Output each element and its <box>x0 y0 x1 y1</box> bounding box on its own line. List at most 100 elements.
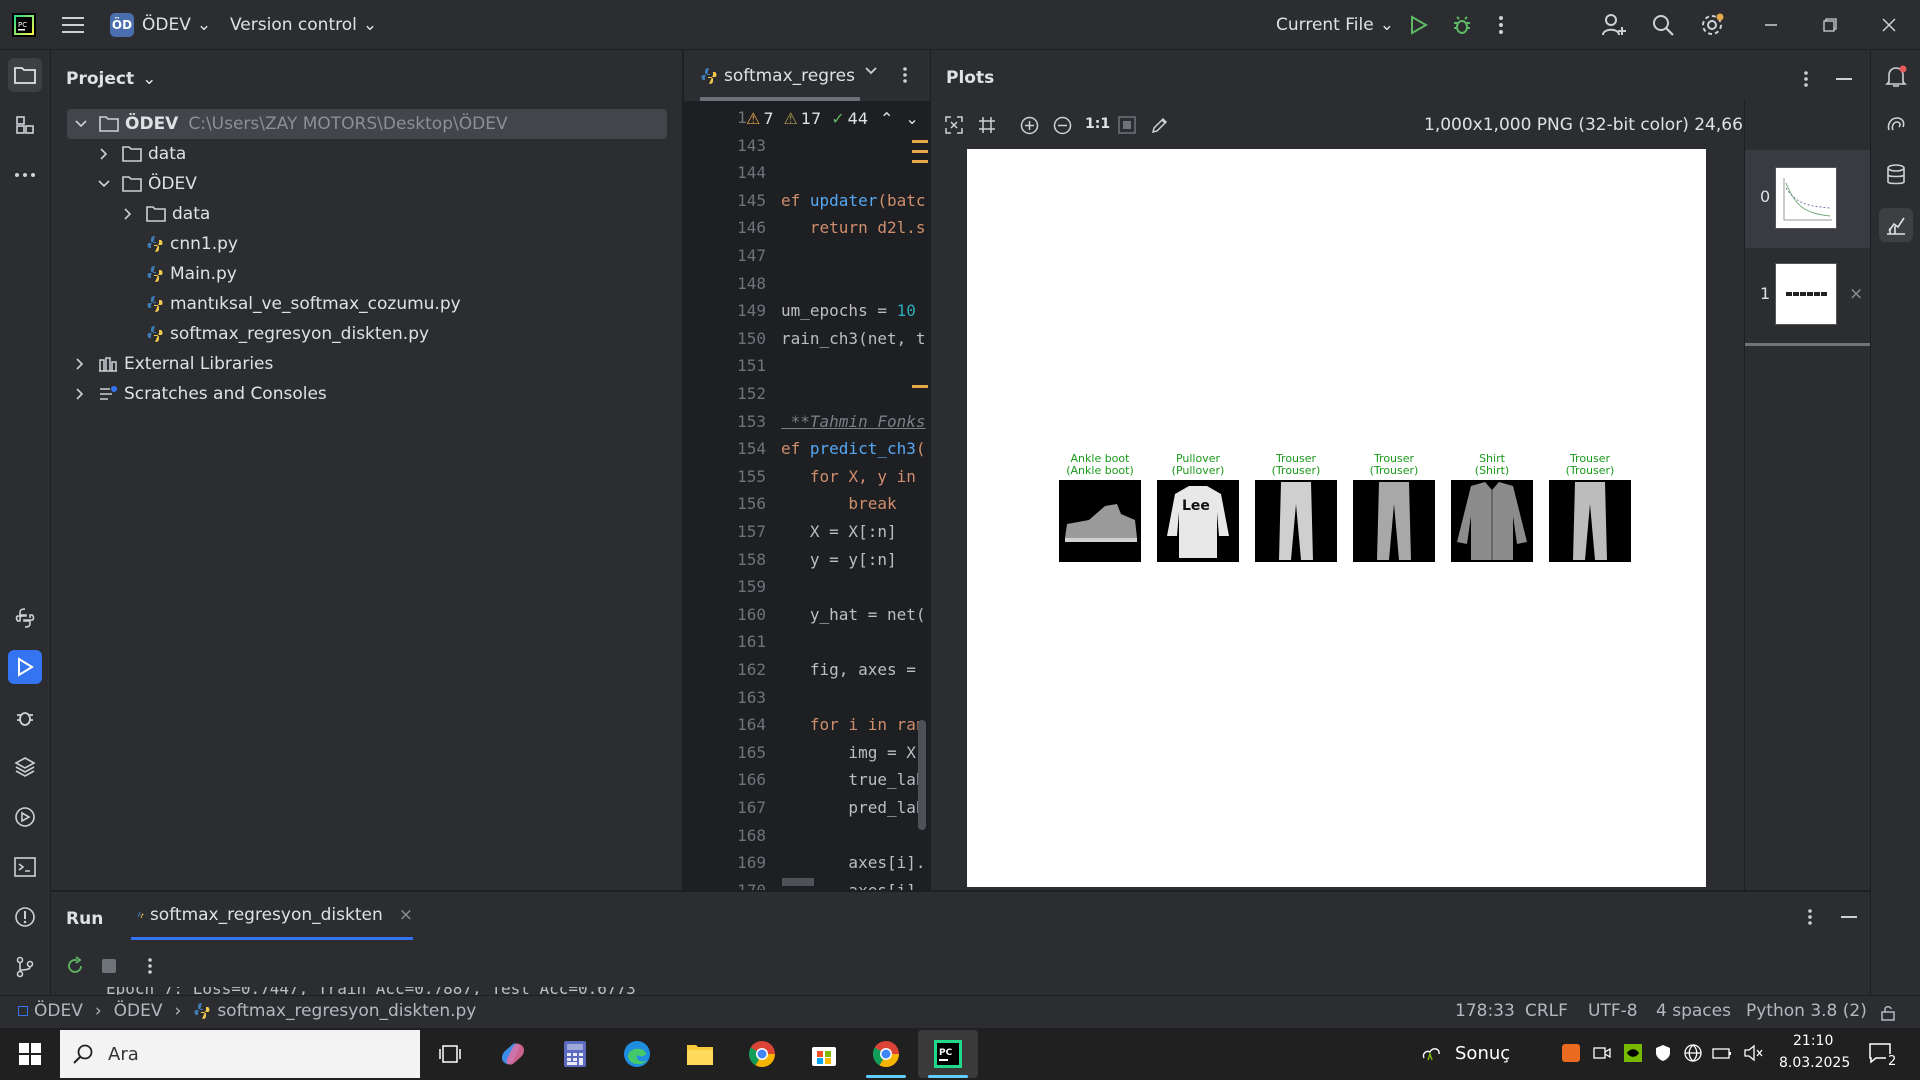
editor-scrollbar[interactable] <box>918 720 926 830</box>
close-tab-icon[interactable]: × <box>399 905 413 925</box>
code-line[interactable]: return d2l.s <box>781 218 926 237</box>
network-globe-icon[interactable] <box>1684 1044 1702 1062</box>
microsoft-store-icon[interactable] <box>794 1030 854 1078</box>
code-line[interactable]: um_epochs = 10 <box>781 301 916 320</box>
task-view-icon[interactable] <box>420 1030 480 1078</box>
plots-more-icon[interactable] <box>1803 70 1809 88</box>
tree-item-cnn1[interactable]: cnn1.py <box>146 229 238 259</box>
restore-button[interactable] <box>1823 0 1837 50</box>
close-thumbnail-icon[interactable]: × <box>1849 284 1863 304</box>
file-explorer-icon[interactable] <box>670 1030 730 1078</box>
debug-button[interactable] <box>1451 0 1473 50</box>
edge-browser-icon[interactable] <box>607 1030 667 1078</box>
hide-panel-icon[interactable] <box>1836 78 1852 82</box>
windows-start-icon[interactable] <box>0 1030 60 1078</box>
caret-position[interactable]: 178:33 <box>1455 1001 1515 1021</box>
project-tool-folder-icon[interactable] <box>8 58 42 92</box>
structure-icon[interactable] <box>8 108 42 142</box>
python-interpreter[interactable]: Python 3.8 (2) <box>1746 1001 1867 1021</box>
nvidia-icon[interactable] <box>1624 1044 1642 1062</box>
color-picker-icon[interactable] <box>1151 116 1169 134</box>
horizontal-scrollbar[interactable] <box>782 878 814 886</box>
code-line[interactable]: ef predict_ch3( <box>781 439 926 458</box>
line-separator[interactable]: CRLF <box>1525 1001 1568 1021</box>
camera-icon[interactable] <box>1593 1044 1611 1062</box>
lock-icon[interactable] <box>1880 1004 1896 1021</box>
run-more-icon[interactable] <box>1807 908 1813 926</box>
code-line[interactable]: ef updater(batc <box>781 191 926 210</box>
pycharm-taskbar-icon[interactable]: PC <box>918 1030 978 1078</box>
project-switcher[interactable]: ÖD ÖDEV ⌄ <box>110 0 211 50</box>
scientific-plots-icon[interactable] <box>1879 208 1913 242</box>
actual-size-button[interactable]: 1:1 <box>1085 116 1110 132</box>
tree-item-main[interactable]: Main.py <box>146 259 237 289</box>
hide-run-panel-icon[interactable] <box>1841 916 1857 920</box>
run-config-selector[interactable]: Current File ⌄ <box>1276 0 1394 50</box>
taskbar-search-box[interactable]: Ara <box>60 1030 420 1078</box>
background-toggle-icon[interactable] <box>1118 116 1136 134</box>
search-icon[interactable] <box>1652 0 1674 50</box>
grid-icon[interactable] <box>978 116 996 134</box>
code-line[interactable]: for i in ran <box>781 715 926 734</box>
code-editor[interactable]: 142143144145ef updater(batc146 return d2… <box>684 50 930 890</box>
file-encoding[interactable]: UTF-8 <box>1588 1001 1638 1021</box>
run-button[interactable] <box>1410 0 1428 50</box>
fit-zoom-icon[interactable] <box>945 116 963 134</box>
chrome-icon[interactable] <box>732 1030 792 1078</box>
inspection-widget[interactable]: ⚠ 7 ⚠ 17 ✓ 44 ⌃ ⌄ <box>746 107 919 129</box>
weather-icon[interactable] <box>1420 1042 1442 1064</box>
next-problem-icon[interactable]: ⌄ <box>905 109 918 128</box>
run-toolbar-more-icon[interactable] <box>147 957 153 975</box>
copilot-icon[interactable] <box>483 1030 543 1078</box>
more-tools-icon[interactable] <box>8 158 42 192</box>
python-packages-icon[interactable] <box>8 601 42 635</box>
weather-label[interactable]: Sonuç <box>1455 1043 1510 1064</box>
code-line[interactable]: img = X[ <box>781 743 925 762</box>
layers-icon[interactable] <box>8 750 42 784</box>
terminal-icon[interactable] <box>8 850 42 884</box>
main-menu-button[interactable] <box>62 0 84 50</box>
thumbnail-row-0[interactable]: 0 <box>1745 150 1871 248</box>
rerun-icon[interactable] <box>65 956 85 976</box>
security-shield-icon[interactable] <box>1654 1044 1672 1062</box>
zoom-in-icon[interactable] <box>1020 116 1039 135</box>
clock-time[interactable]: 21:10 <box>1793 1033 1833 1049</box>
tab-list-chevron-icon[interactable] <box>864 64 878 78</box>
pycharm-logo-icon[interactable]: PC <box>12 0 36 50</box>
tree-item-softmax[interactable]: softmax_regresyon_diskten.py <box>146 319 429 349</box>
vcs-menu[interactable]: Version control ⌄ <box>230 0 377 50</box>
database-icon[interactable] <box>1879 158 1913 192</box>
tree-item-data[interactable]: data <box>96 139 186 169</box>
tab-more-icon[interactable] <box>902 66 908 84</box>
code-line[interactable]: break <box>781 494 896 513</box>
run-tool-icon[interactable] <box>8 650 42 684</box>
editor-tab[interactable]: softmax_regres <box>700 50 855 102</box>
tree-item-odev[interactable]: ÖDEV <box>96 169 197 199</box>
tray-app-icon[interactable] <box>1562 1044 1580 1062</box>
code-line[interactable]: y_hat = net( <box>781 605 926 624</box>
project-panel-header[interactable]: Project ⌄ <box>66 64 156 94</box>
settings-gear-icon[interactable] <box>1700 0 1724 50</box>
breadcrumb-item[interactable]: ÖDEV <box>114 1001 163 1021</box>
tree-item-data-nested[interactable]: data <box>120 199 210 229</box>
previous-problem-icon[interactable]: ⌃ <box>880 109 893 128</box>
tree-root-row[interactable]: ÖDEV C:\Users\ZAY MOTORS\Desktop\ÖDEV <box>67 109 667 139</box>
chrome-profile-icon[interactable] <box>856 1030 916 1078</box>
code-line[interactable]: fig, axes = <box>781 660 916 679</box>
notifications-bell-icon[interactable] <box>1879 60 1913 94</box>
code-line[interactable]: X = X[:n] <box>781 522 897 541</box>
services-icon[interactable] <box>8 800 42 834</box>
close-button[interactable] <box>1882 0 1896 50</box>
debug-tool-icon[interactable] <box>8 700 42 734</box>
code-line[interactable]: y = y[:n] <box>781 550 897 569</box>
tree-item-scratches[interactable]: Scratches and Consoles <box>72 379 327 409</box>
git-icon[interactable] <box>8 950 42 984</box>
calculator-icon[interactable] <box>545 1030 605 1078</box>
more-actions-icon[interactable] <box>1498 0 1504 50</box>
tree-item-external-libraries[interactable]: External Libraries <box>72 349 273 379</box>
add-user-icon[interactable] <box>1602 0 1626 50</box>
code-line[interactable]: rain_ch3(net, t <box>781 329 926 348</box>
battery-icon[interactable] <box>1712 1044 1732 1062</box>
problems-icon[interactable] <box>8 900 42 934</box>
tree-item-mantiksal[interactable]: mantıksal_ve_softmax_cozumu.py <box>146 289 461 319</box>
